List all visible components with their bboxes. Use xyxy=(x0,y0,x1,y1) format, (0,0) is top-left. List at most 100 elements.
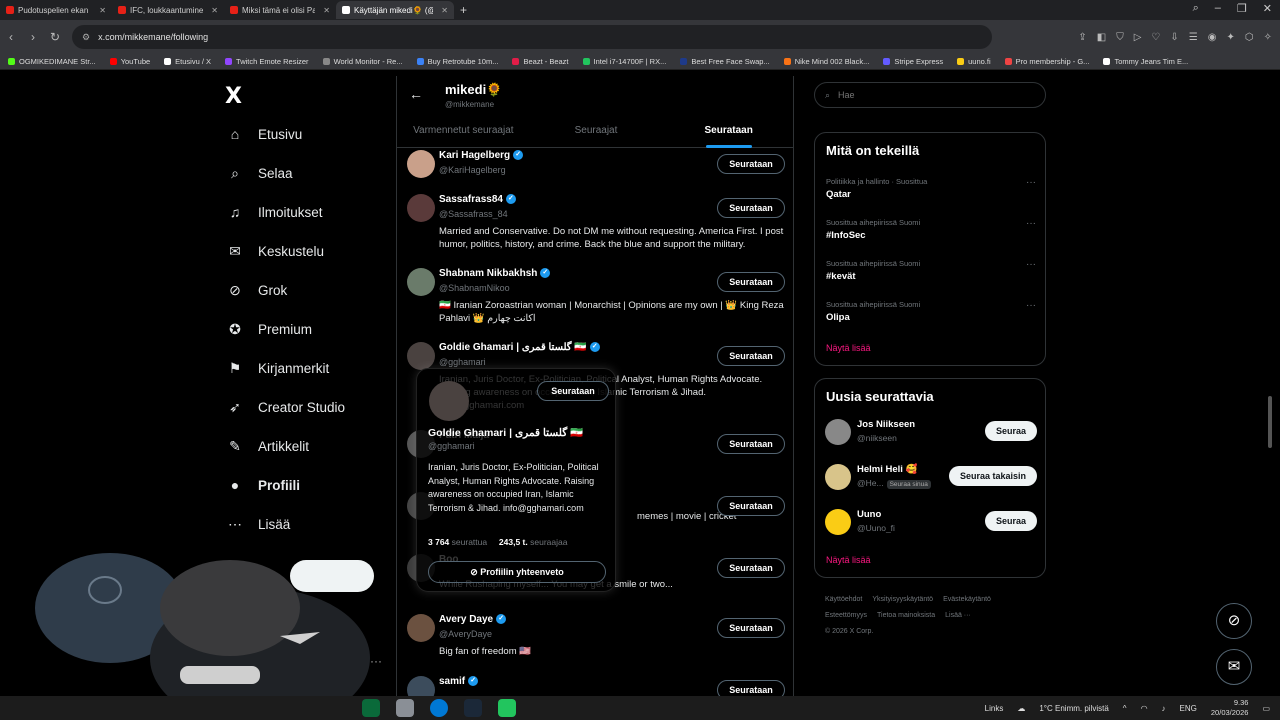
follow-button[interactable]: Seuraa takaisin xyxy=(948,466,1037,486)
edge-icon[interactable] xyxy=(430,699,448,717)
suggestion-handle[interactable]: @niikseen xyxy=(857,433,897,443)
browser-tab[interactable]: Miksi tämä ei olisi Patrik L ✕ xyxy=(224,1,336,19)
hovercard-name[interactable]: Goldie Ghamari | گلستا قمری 🇮🇷 xyxy=(428,426,583,439)
suggestion-name[interactable]: Helmi Heli 🥰 xyxy=(857,464,917,475)
bookmark-item[interactable]: Best Free Face Swap... xyxy=(680,57,770,66)
follow-button[interactable]: Seuraa xyxy=(984,421,1037,441)
avatar[interactable] xyxy=(407,614,435,642)
play-app-icon[interactable] xyxy=(498,699,516,717)
app-icon[interactable] xyxy=(396,699,414,717)
avatar[interactable] xyxy=(407,194,435,222)
user-handle[interactable]: @Sassafrass_84 xyxy=(439,209,508,219)
followers-label[interactable]: seuraajaa xyxy=(530,537,567,547)
user-name[interactable]: Kari Hagelberg ✓ xyxy=(439,150,524,161)
avatar[interactable] xyxy=(825,464,851,490)
trend-item[interactable]: Suosittua aihepiirissä Suomi #kevät ··· xyxy=(826,259,1036,282)
bookmark-item[interactable]: Etusivu / X xyxy=(164,57,211,66)
following-button[interactable]: Seurataan xyxy=(717,558,785,578)
search-input[interactable] xyxy=(836,89,1017,101)
screenshot-icon[interactable]: ◧ xyxy=(1097,32,1106,43)
nav-item-premium[interactable]: ✪ Premium xyxy=(226,321,312,338)
profile-summary-button[interactable]: ⊘ Profiilin yhteenveto xyxy=(428,561,606,583)
menu-icon[interactable]: ☰ xyxy=(1189,32,1198,43)
tab-0[interactable]: Varmennetut seuraajat xyxy=(397,120,530,148)
x-logo[interactable]: X xyxy=(225,84,242,109)
weather-icon[interactable]: ☁ xyxy=(1017,704,1025,713)
play-icon[interactable]: ▷ xyxy=(1134,32,1142,43)
back-arrow-icon[interactable]: ← xyxy=(409,86,423,102)
user-handle[interactable]: @gghamari xyxy=(439,357,486,367)
footer-link[interactable]: Lisää ··· xyxy=(945,612,971,619)
forward-nav-icon[interactable]: › xyxy=(22,30,44,44)
extension-icon[interactable]: ✦ xyxy=(1226,32,1234,43)
wifi-icon[interactable]: ◠ xyxy=(1141,704,1148,713)
ai-icon[interactable]: ✧ xyxy=(1264,32,1272,43)
following-count[interactable]: 3 764 xyxy=(428,537,449,547)
bookmark-item[interactable]: Buy Retrotube 10m... xyxy=(416,57,498,66)
bookmark-item[interactable]: Twitch Emote Resizer xyxy=(225,57,309,66)
steam-icon[interactable] xyxy=(464,699,482,717)
new-tab-button[interactable]: + xyxy=(454,3,473,17)
user-name[interactable]: samif ✓ xyxy=(439,676,479,687)
suggestions-show-more[interactable]: Näytä lisää xyxy=(826,555,871,565)
url-field[interactable]: ⚙ x.com/mikkemane/following xyxy=(72,25,992,49)
bookmark-item[interactable]: uuno.fi xyxy=(957,57,991,66)
links-toolbar[interactable]: Links xyxy=(985,704,1004,713)
nav-item-grok[interactable]: ⊘ Grok xyxy=(226,282,287,299)
nav-item-creator-studio[interactable]: ➶ Creator Studio xyxy=(226,399,345,416)
bookmark-item[interactable]: World Monitor - Re... xyxy=(322,57,403,66)
language-indicator[interactable]: ENG xyxy=(1180,704,1197,713)
bookmark-item[interactable]: Beazt - Beazt xyxy=(512,57,569,66)
trend-item[interactable]: Suosittua aihepiirissä Suomi #InfoSec ··· xyxy=(826,218,1036,241)
back-nav-icon[interactable]: ‹ xyxy=(0,30,22,44)
following-button[interactable]: Seurataan xyxy=(717,154,785,174)
footer-link[interactable]: Yksityisyyskäytäntö xyxy=(872,596,933,603)
search-tabs-icon[interactable]: ⌕ xyxy=(1193,2,1199,15)
avatar[interactable] xyxy=(407,676,435,696)
following-label[interactable]: seurattua xyxy=(452,537,487,547)
following-button[interactable]: Seurataan xyxy=(717,680,785,696)
nav-item-profiili[interactable]: ● Profiili xyxy=(226,477,300,493)
avatar[interactable] xyxy=(825,419,851,445)
trend-more-icon[interactable]: ··· xyxy=(1026,218,1036,229)
heart-icon[interactable]: ♡ xyxy=(1151,32,1160,43)
nav-item-keskustelu[interactable]: ✉ Keskustelu xyxy=(226,243,324,260)
messages-fab-icon[interactable]: ✉ xyxy=(1216,649,1252,685)
user-handle[interactable]: @ShabnamNikoo xyxy=(439,283,510,293)
trend-item[interactable]: Politiikka ja hallinto · Suosittua Qatar ·… xyxy=(826,177,1036,200)
spotify-icon[interactable] xyxy=(362,699,380,717)
close-tab-icon[interactable]: ✕ xyxy=(211,6,218,15)
nav-item-ilmoitukset[interactable]: ♫ Ilmoitukset xyxy=(226,204,323,220)
tab-1[interactable]: Seuraajat xyxy=(530,120,663,148)
avatar[interactable] xyxy=(407,268,435,296)
nav-item-artikkelit[interactable]: ✎ Artikkelit xyxy=(226,438,309,455)
trend-more-icon[interactable]: ··· xyxy=(1026,259,1036,270)
share-icon[interactable]: ⇪ xyxy=(1078,32,1086,43)
close-tab-icon[interactable]: ✕ xyxy=(441,6,448,15)
avatar[interactable] xyxy=(407,150,435,178)
user-name[interactable]: Sassafrass84 ✓ xyxy=(439,194,516,205)
trend-more-icon[interactable]: ··· xyxy=(1026,177,1036,188)
clock[interactable]: 9.36 20/03/2026 xyxy=(1211,698,1249,718)
page-scrollbar[interactable] xyxy=(1268,396,1272,448)
bookmark-item[interactable]: Intel i7-14700F | RX... xyxy=(582,57,666,66)
search-box[interactable]: ⌕ xyxy=(814,82,1046,108)
trends-show-more[interactable]: Näytä lisää xyxy=(826,343,871,353)
close-window-icon[interactable]: ✕ xyxy=(1263,2,1272,15)
following-button[interactable]: Seurataan xyxy=(717,496,785,516)
followers-count[interactable]: 243,5 t. xyxy=(499,537,528,547)
cube-icon[interactable]: ⬡ xyxy=(1245,32,1254,43)
following-button[interactable]: Seurataan xyxy=(717,618,785,638)
footer-link[interactable]: Evästekäytäntö xyxy=(943,596,991,603)
shield-icon[interactable]: ⛉ xyxy=(1116,32,1124,43)
tray-chevron-icon[interactable]: ^ xyxy=(1123,704,1127,713)
footer-link[interactable]: Esteettömyys xyxy=(825,612,867,619)
user-handle[interactable]: @KariHagelberg xyxy=(439,165,506,175)
bookmark-item[interactable]: Pro membership - G... xyxy=(1004,57,1089,66)
following-button[interactable]: Seurataan xyxy=(717,272,785,292)
avatar[interactable] xyxy=(825,509,851,535)
suggestion-handle[interactable]: @Uuno_fi xyxy=(857,523,895,533)
user-name[interactable]: Goldie Ghamari | گلستا قمری 🇮🇷 ✓ xyxy=(439,342,600,353)
tab-2[interactable]: Seurataan xyxy=(662,120,793,148)
nav-item-selaa[interactable]: ⌕ Selaa xyxy=(226,165,292,182)
